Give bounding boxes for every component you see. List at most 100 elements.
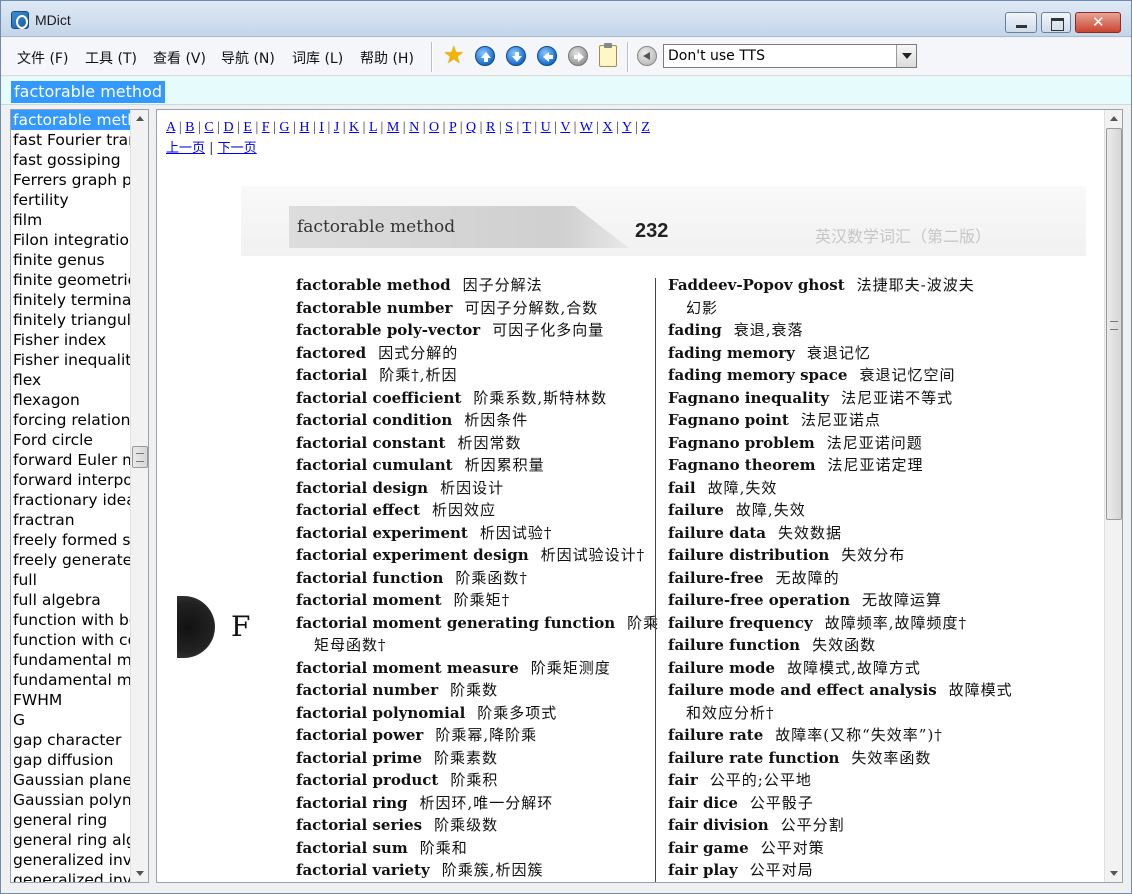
entry-definition: 故障频率,故障频度† [824,613,968,632]
dictionary-entry: fading memory space 衰退记忆空间 [668,364,1020,387]
word-list-item[interactable]: full [11,570,130,590]
tts-select[interactable]: Don't use TTS [663,44,917,68]
entry-headword: fail [668,478,696,497]
alphabet-link-f[interactable]: F [262,120,270,135]
scroll-up-icon[interactable] [1110,116,1118,121]
alphabet-link-d[interactable]: D [223,120,233,135]
entry-headword: fair game [668,838,749,857]
word-list-scroll-thumb[interactable] [132,446,148,468]
alphabet-link-t[interactable]: T [523,120,531,135]
menu-tools[interactable]: 工具 (T) [85,48,137,68]
back-icon[interactable] [537,46,557,66]
word-list-item[interactable]: finite geometric [11,270,130,290]
word-list-item[interactable]: film [11,210,130,230]
word-list-item[interactable]: forward interpolation [11,470,130,490]
alphabet-link-m[interactable]: M [387,120,399,135]
speaker-icon[interactable] [637,46,657,66]
word-list-item[interactable]: freely generated [11,550,130,570]
alphabet-link-x[interactable]: X [603,120,613,135]
menu-file[interactable]: 文件 (F) [17,48,68,68]
word-list-item[interactable]: freely formed set [11,530,130,550]
word-list-item[interactable]: general ring algebra [11,830,130,850]
alphabet-link-s[interactable]: S [505,120,513,135]
menu-navigate[interactable]: 导航 (N) [221,48,275,68]
word-list-item[interactable]: finitely terminating [11,290,130,310]
word-list-item[interactable]: gap diffusion [11,750,130,770]
alphabet-link-r[interactable]: R [486,120,495,135]
entry-headword: fair [668,771,698,789]
star-icon[interactable]: ★ [443,43,465,67]
word-list-item[interactable]: fertility [11,190,130,210]
word-list-item[interactable]: fast gossiping [11,150,130,170]
entry-definition: 阶乘矩测度 [530,658,611,677]
word-list-item[interactable]: Gaussian plane [11,770,130,790]
scroll-down-icon[interactable] [136,871,144,876]
arrow-down-icon[interactable] [506,46,526,66]
definition-scrollbar[interactable] [1104,110,1122,882]
definition-scroll-thumb[interactable] [1106,128,1122,520]
menu-view[interactable]: 查看 (V) [153,48,206,68]
arrow-up-icon[interactable] [475,46,495,66]
close-button[interactable]: ✕ [1075,12,1121,33]
alphabet-link-k[interactable]: K [349,120,359,135]
word-list-item[interactable]: fast Fourier transform [11,130,130,150]
alphabet-link-h[interactable]: H [299,120,309,135]
word-list-item[interactable]: Fisher index [11,330,130,350]
scroll-up-icon[interactable] [136,116,144,121]
word-list-item[interactable]: G [11,710,130,730]
word-list-item[interactable]: factorable method [11,110,130,130]
alphabet-link-u[interactable]: U [541,120,551,135]
word-list-item[interactable]: fractionary ideal [11,490,130,510]
alphabet-link-w[interactable]: W [580,120,593,135]
forward-icon[interactable] [568,46,588,66]
word-list-item[interactable]: finite genus [11,250,130,270]
search-input[interactable]: factorable method [11,81,165,103]
word-list-item[interactable]: Gaussian polynomial [11,790,130,810]
alphabet-link-e[interactable]: E [243,120,252,135]
word-list-item[interactable]: FWHM [11,690,130,710]
alphabet-link-b[interactable]: B [185,120,194,135]
word-list-item[interactable]: general ring [11,810,130,830]
alphabet-link-n[interactable]: N [409,120,419,135]
minimize-button[interactable] [1005,12,1037,33]
chevron-down-icon[interactable] [896,45,916,67]
menu-help[interactable]: 帮助 (H) [360,48,414,68]
alphabet-link-z[interactable]: Z [641,120,650,135]
maximize-button[interactable] [1041,12,1071,33]
alphabet-link-a[interactable]: A [166,120,175,135]
word-list-item[interactable]: Ford circle [11,430,130,450]
word-list-item[interactable]: function with bounded [11,610,130,630]
word-list-item[interactable]: full algebra [11,590,130,610]
word-list-item[interactable]: fractran [11,510,130,530]
next-page-link[interactable]: 下一页 [218,141,257,156]
clipboard-icon[interactable] [599,43,617,67]
word-list-item[interactable]: generalized inverse [11,850,130,870]
word-list-item[interactable]: forcing relation [11,410,130,430]
word-list-item[interactable]: flex [11,370,130,390]
alphabet-link-l[interactable]: L [369,120,377,135]
alphabet-link-v[interactable]: V [560,120,570,135]
alphabet-link-q[interactable]: Q [466,120,476,135]
word-list-item[interactable]: fundamental mode [11,670,130,690]
definition-pane: A | B | C | D | E | F | G | H | I | J | … [156,109,1123,883]
word-list-item[interactable]: forward Euler method [11,450,130,470]
alphabet-link-g[interactable]: G [279,120,289,135]
entries-left-column: factorable method 因子分解法 factorable number 可… [296,274,658,882]
word-list-item[interactable]: finitely triangulable [11,310,130,330]
word-list-item[interactable]: gap character [11,730,130,750]
prev-page-link[interactable]: 上一页 [166,141,205,156]
word-list-item[interactable]: flexagon [11,390,130,410]
alphabet-link-c[interactable]: C [204,120,213,135]
word-list-item[interactable]: Ferrers graph paper [11,170,130,190]
word-list-item[interactable]: generalized inverse [11,870,130,882]
dictionary-entry: factorial constant 析因常数 [296,432,646,455]
scroll-down-icon[interactable] [1110,871,1118,876]
word-list-item[interactable]: fundamental matrix [11,650,130,670]
word-list-item[interactable]: function with compact [11,630,130,650]
word-list-item[interactable]: Filon integration [11,230,130,250]
alphabet-link-o[interactable]: O [429,120,439,135]
menu-library[interactable]: 词库 (L) [292,48,343,68]
alphabet-link-y[interactable]: Y [622,120,632,135]
word-list-item[interactable]: Fisher inequality [11,350,130,370]
word-list-scrollbar[interactable] [130,110,148,882]
